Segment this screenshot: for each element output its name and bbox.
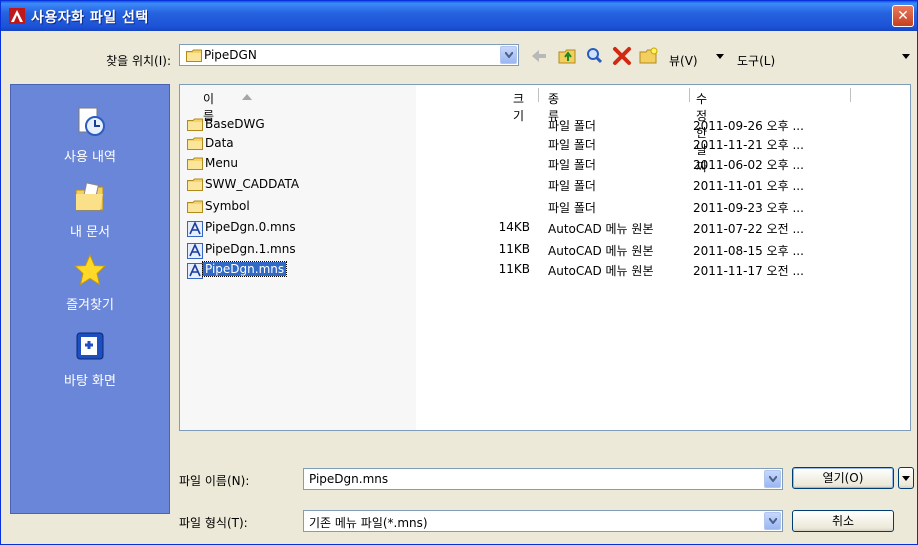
- file-name: PipeDgn.1.mns: [205, 242, 296, 256]
- search-web-icon[interactable]: [584, 46, 606, 66]
- title-bar[interactable]: 사용자화 파일 선택 ✕: [1, 1, 917, 31]
- folder-icon: [187, 157, 203, 170]
- file-dialog-window: 사용자화 파일 선택 ✕ 찾을 위치(I): PipeDGN 뷰(V) 도구(L…: [0, 0, 918, 545]
- filename-value: PipeDgn.mns: [309, 472, 389, 486]
- delete-x-icon[interactable]: [611, 46, 633, 66]
- close-button[interactable]: ✕: [892, 5, 914, 27]
- place-label: 사용 내역: [64, 150, 116, 165]
- place-label: 바탕 화면: [64, 374, 116, 389]
- folder-icon: [186, 49, 202, 62]
- window-title: 사용자화 파일 선택: [31, 10, 149, 26]
- autocad-app-icon: [9, 8, 25, 24]
- filename-label: 파일 이름(N):: [179, 474, 250, 488]
- file-modified: 2011-11-01 오후 ...: [693, 179, 804, 193]
- up-folder-icon[interactable]: [557, 46, 579, 66]
- file-name: SWW_CADDATA: [205, 177, 300, 191]
- filetype-dropdown-button[interactable]: [764, 512, 781, 530]
- tools-menu-button[interactable]: 도구(L): [737, 52, 775, 69]
- autocad-file-icon: [187, 263, 203, 279]
- file-modified: 2011-11-17 오전 ...: [693, 264, 804, 278]
- file-name: Data: [205, 136, 234, 150]
- list-item[interactable]: BaseDWG 파일 폴더 2011-09-26 오후 ...: [180, 115, 910, 134]
- desktop-icon: [76, 332, 104, 360]
- file-type: 파일 폴더: [548, 119, 596, 133]
- file-modified: 2011-08-15 오후 ...: [693, 244, 804, 258]
- place-desktop[interactable]: 바탕 화면: [11, 329, 169, 389]
- look-in-combo[interactable]: PipeDGN: [179, 44, 519, 66]
- file-name: PipeDgn.mns: [201, 261, 288, 277]
- file-type: AutoCAD 메뉴 원본: [548, 222, 654, 236]
- folder-icon: [187, 137, 203, 150]
- list-item[interactable]: Data 파일 폴더 2011-11-21 오후 ...: [180, 134, 910, 153]
- favorites-star-icon: [73, 253, 107, 286]
- file-modified: 2011-06-02 오후 ...: [693, 158, 804, 172]
- filename-combo[interactable]: PipeDgn.mns: [303, 468, 783, 490]
- filetype-value: 기존 메뉴 파일(*.mns): [309, 516, 428, 530]
- place-favorites[interactable]: 즐겨찾기: [11, 253, 169, 313]
- file-modified: 2011-09-23 오후 ...: [693, 201, 804, 215]
- file-modified: 2011-07-22 오전 ...: [693, 222, 804, 236]
- places-bar: 사용 내역 내 문서 즐겨찾기 바탕 화면: [10, 84, 170, 514]
- filetype-label: 파일 형식(T):: [179, 516, 248, 530]
- file-type: 파일 폴더: [548, 179, 596, 193]
- chevron-down-icon: [902, 476, 910, 481]
- file-size: 11KB: [498, 242, 530, 256]
- file-type: 파일 폴더: [548, 201, 596, 215]
- open-options-button[interactable]: [898, 467, 914, 489]
- sort-ascending-icon: [242, 94, 252, 100]
- file-size: 14KB: [498, 220, 530, 234]
- file-name: BaseDWG: [205, 117, 265, 131]
- place-history[interactable]: 사용 내역: [11, 105, 169, 165]
- file-size: 11KB: [498, 262, 530, 276]
- autocad-file-icon: [187, 221, 203, 237]
- file-type: AutoCAD 메뉴 원본: [548, 264, 654, 278]
- view-menu-button[interactable]: 뷰(V): [669, 52, 698, 69]
- filename-dropdown-button[interactable]: [764, 470, 781, 488]
- look-in-label: 찾을 위치(I):: [106, 54, 171, 68]
- list-item[interactable]: PipeDgn.1.mns 11KB AutoCAD 메뉴 원본 2011-08…: [180, 240, 910, 259]
- file-type: 파일 폴더: [548, 158, 596, 172]
- autocad-file-icon: [187, 243, 203, 259]
- file-name: PipeDgn.0.mns: [205, 220, 296, 234]
- file-name: Menu: [205, 156, 238, 170]
- file-modified: 2011-09-26 오후 ...: [693, 119, 804, 133]
- place-my-documents[interactable]: 내 문서: [11, 180, 169, 240]
- look-in-dropdown-button[interactable]: [500, 46, 517, 64]
- back-arrow-icon[interactable]: [528, 46, 550, 66]
- new-folder-icon[interactable]: [638, 46, 660, 66]
- list-item[interactable]: Symbol 파일 폴더 2011-09-23 오후 ...: [180, 197, 910, 216]
- my-documents-icon: [75, 182, 104, 211]
- file-list[interactable]: 이름 크기 종류 수정한 날짜 BaseDWG 파일 폴더 2011-09-26…: [179, 84, 911, 431]
- look-in-value: PipeDGN: [204, 48, 257, 62]
- list-item[interactable]: PipeDgn.0.mns 14KB AutoCAD 메뉴 원본 2011-07…: [180, 218, 910, 237]
- history-icon: [78, 107, 105, 136]
- open-button[interactable]: 열기(O): [792, 467, 894, 489]
- chevron-down-icon: [769, 518, 777, 524]
- chevron-down-icon: [769, 476, 777, 482]
- filetype-combo[interactable]: 기존 메뉴 파일(*.mns): [303, 510, 783, 532]
- file-name: Symbol: [205, 199, 250, 213]
- view-dropdown-icon[interactable]: [715, 51, 725, 61]
- folder-icon: [187, 200, 203, 213]
- list-item[interactable]: Menu 파일 폴더 2011-06-02 오후 ...: [180, 154, 910, 173]
- file-modified: 2011-11-21 오후 ...: [693, 138, 804, 152]
- chevron-down-icon: [505, 52, 513, 58]
- place-label: 내 문서: [69, 225, 110, 240]
- list-item[interactable]: SWW_CADDATA 파일 폴더 2011-11-01 오후 ...: [180, 175, 910, 194]
- file-type: AutoCAD 메뉴 원본: [548, 244, 654, 258]
- tools-dropdown-icon[interactable]: [901, 51, 911, 61]
- cancel-button[interactable]: 취소: [792, 510, 894, 532]
- folder-icon: [187, 178, 203, 191]
- file-type: 파일 폴더: [548, 138, 596, 152]
- folder-icon: [187, 118, 203, 131]
- list-item-selected[interactable]: PipeDgn.mns 11KB AutoCAD 메뉴 원본 2011-11-1…: [180, 260, 910, 279]
- place-label: 즐겨찾기: [66, 298, 114, 313]
